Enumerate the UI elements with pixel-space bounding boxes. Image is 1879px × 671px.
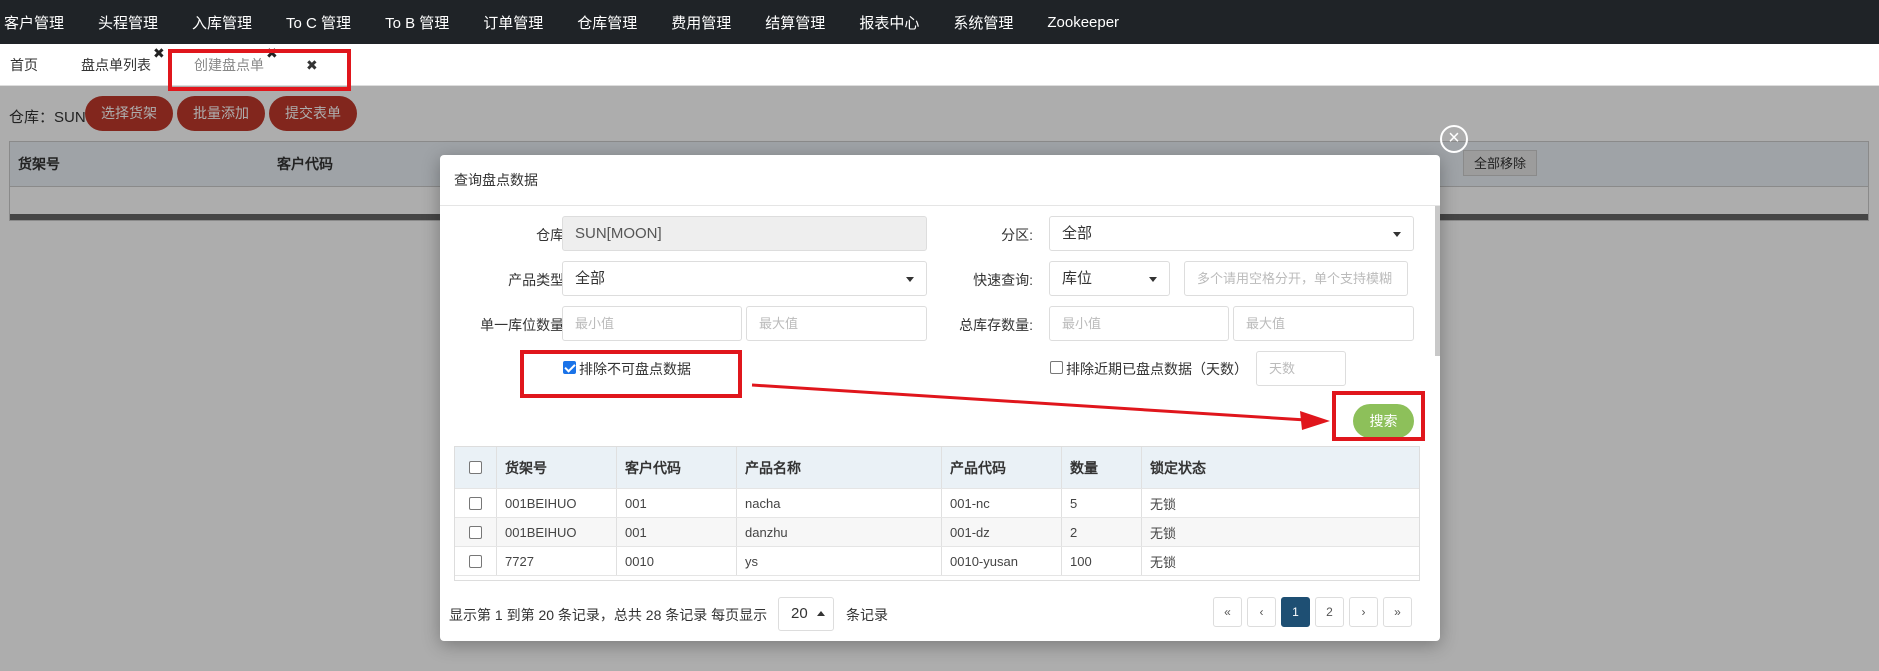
row-select-cell [455,547,496,575]
row-checkbox[interactable] [469,525,482,539]
shelf-cell: 7727 [496,547,616,575]
product-type-label: 产品类型: [508,272,568,288]
lock-status-cell: 无锁 [1141,518,1419,546]
pagination-summary: 显示第 1 到第 20 条记录，总共 28 条记录 每页显示 [449,607,768,623]
zone-field-label: 分区: [1001,227,1033,243]
product-code-header: 产品代码 [941,447,1061,488]
row-checkbox[interactable] [469,554,482,568]
quick-query-select[interactable]: 库位 [1049,261,1170,296]
lock-status-cell: 无锁 [1141,547,1419,575]
lock-status-header: 锁定状态 [1141,447,1419,488]
product-code-cell: 001-dz [941,518,1061,546]
table-row[interactable]: 001BEIHUO 001 danzhu 001-dz 2 无锁 [455,518,1419,547]
select-all-cell [455,447,496,488]
single-qty-max-input[interactable]: 最大值 [746,306,927,341]
exclude-recent-checkbox[interactable] [1050,361,1063,374]
chevron-down-icon [1149,277,1157,282]
product-name-header: 产品名称 [736,447,941,488]
last-page-button[interactable]: » [1383,597,1412,627]
nav-first-leg[interactable]: 头程管理 [98,12,158,33]
modal-close-icon[interactable]: × [1440,125,1468,153]
single-location-qty-label: 单一库位数量: [480,317,568,333]
total-stock-qty-label: 总库存数量: [959,317,1033,333]
records-suffix: 条记录 [846,607,888,623]
quantity-cell: 5 [1061,489,1141,517]
prev-page-button[interactable]: ‹ [1247,597,1276,627]
table-header-row: 货架号 客户代码 产品名称 产品代码 数量 锁定状态 [455,447,1419,489]
quantity-cell: 2 [1061,518,1141,546]
product-name-cell: danzhu [736,518,941,546]
modal-title: 查询盘点数据 [440,155,1440,206]
page-size-select[interactable]: 20 [778,597,834,631]
customer-code-cell: 001 [616,489,736,517]
annotation-box-search [1332,391,1425,441]
single-qty-min-input[interactable]: 最小值 [562,306,742,341]
inventory-query-modal: 查询盘点数据 仓库: SUN[MOON] 分区: 全部 产品类型: 全部 快速查… [440,155,1440,641]
tab-inventory-list[interactable]: 盘点单列表 ✖ [81,44,165,86]
nav-warehouse[interactable]: 仓库管理 [577,12,637,33]
nav-fees[interactable]: 费用管理 [671,12,731,33]
table-row[interactable]: 001BEIHUO 001 nacha 001-nc 5 无锁 [455,489,1419,518]
product-name-cell: ys [736,547,941,575]
customer-code-cell: 0010 [616,547,736,575]
annotation-box-tab [168,49,351,91]
page-2-button[interactable]: 2 [1315,597,1344,627]
product-name-cell: nacha [736,489,941,517]
nav-reports[interactable]: 报表中心 [859,12,919,33]
quantity-header: 数量 [1061,447,1141,488]
nav-settlement[interactable]: 结算管理 [765,12,825,33]
row-select-cell [455,518,496,546]
lock-status-cell: 无锁 [1141,489,1419,517]
tab-inventory-list-label: 盘点单列表 [81,57,151,73]
tab-home[interactable]: 首页 [10,44,38,86]
quick-query-input[interactable]: 多个请用空格分开，单个支持模糊 [1184,261,1408,296]
annotation-box-checkbox [520,350,742,398]
customer-code-cell: 001 [616,518,736,546]
row-checkbox[interactable] [469,496,482,510]
nav-system[interactable]: 系统管理 [953,12,1013,33]
nav-to-c[interactable]: To C 管理 [286,12,351,33]
page-1-button[interactable]: 1 [1281,597,1310,627]
chevron-down-icon [1393,232,1401,237]
nav-to-b[interactable]: To B 管理 [385,12,449,33]
warehouse-field: SUN[MOON] [562,216,927,251]
zone-select[interactable]: 全部 [1049,216,1414,251]
select-all-checkbox[interactable] [469,461,482,474]
total-qty-min-input[interactable]: 最小值 [1049,306,1229,341]
page-size-value: 20 [791,605,808,622]
table-row[interactable]: 7727 0010 ys 0010-yusan 100 无锁 [455,547,1419,576]
shelf-cell: 001BEIHUO [496,518,616,546]
next-page-button[interactable]: › [1349,597,1378,627]
first-page-button[interactable]: « [1213,597,1242,627]
quick-query-label: 快速查询: [973,272,1033,288]
customer-code-header: 客户代码 [616,447,736,488]
product-code-cell: 001-nc [941,489,1061,517]
days-input[interactable]: 天数 [1256,351,1346,386]
chevron-up-icon [817,611,825,616]
modal-scrollbar[interactable] [1435,206,1440,356]
inventory-data-table: 货架号 客户代码 产品名称 产品代码 数量 锁定状态 001BEIHUO 001… [454,446,1420,581]
shelf-header: 货架号 [496,447,616,488]
shelf-cell: 001BEIHUO [496,489,616,517]
chevron-down-icon [906,277,914,282]
quick-query-value: 库位 [1062,270,1093,287]
exclude-recent-label: 排除近期已盘点数据（天数） [1066,361,1248,377]
nav-zookeeper[interactable]: Zookeeper [1047,14,1119,31]
zone-select-value: 全部 [1062,225,1093,242]
nav-inbound[interactable]: 入库管理 [192,12,252,33]
product-type-select[interactable]: 全部 [562,261,927,296]
top-navigation: 客户管理 头程管理 入库管理 To C 管理 To B 管理 订单管理 仓库管理… [0,0,1879,44]
tab-close-icon[interactable]: ✖ [153,32,165,74]
nav-orders[interactable]: 订单管理 [483,12,543,33]
quantity-cell: 100 [1061,547,1141,575]
product-type-value: 全部 [575,270,606,287]
warehouse-field-label: 仓库: [536,227,568,243]
total-qty-max-input[interactable]: 最大值 [1233,306,1414,341]
nav-customer[interactable]: 客户管理 [4,12,64,33]
row-select-cell [455,489,496,517]
product-code-cell: 0010-yusan [941,547,1061,575]
